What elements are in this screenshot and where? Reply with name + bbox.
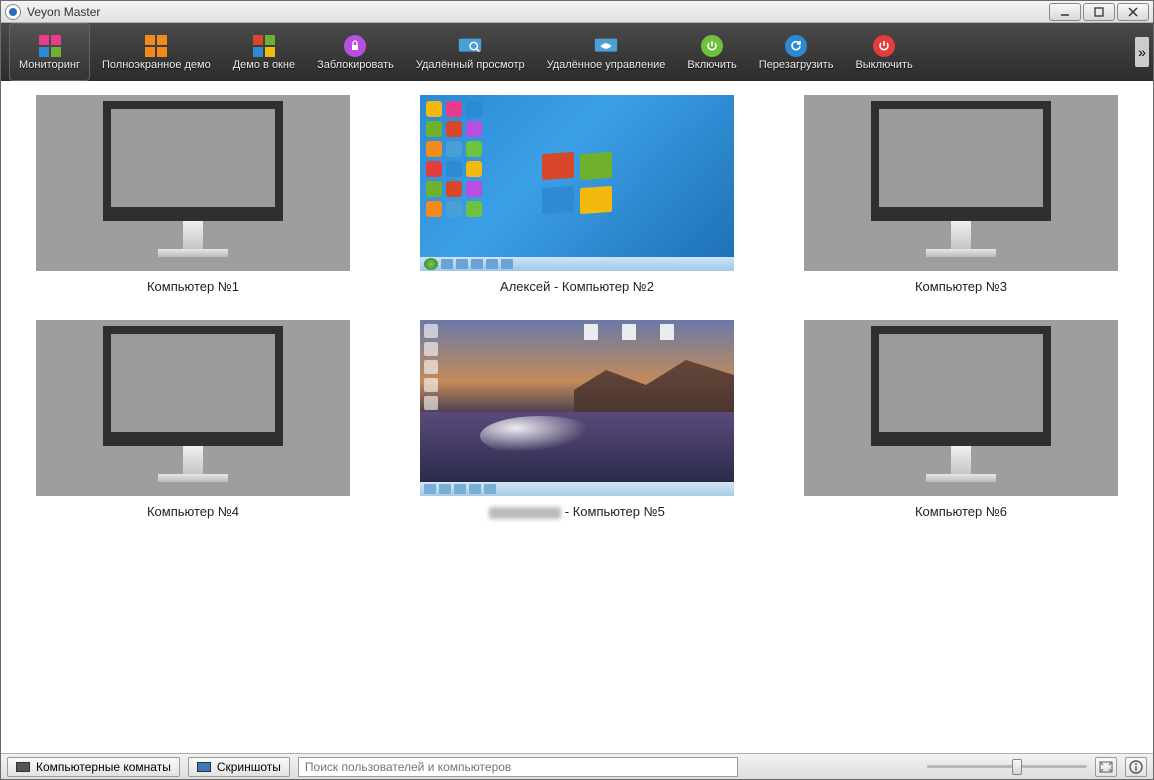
- obscured-username: [489, 507, 561, 519]
- computer-thumbnail-offline: [804, 320, 1118, 496]
- remote-control-label: Удалённое управление: [547, 59, 666, 71]
- power-off-label: Выключить: [855, 59, 912, 71]
- computer-thumbnail-offline: [804, 95, 1118, 271]
- monitor-icon: [871, 101, 1051, 221]
- app-icon: [5, 4, 21, 20]
- main-toolbar: Мониторинг Полноэкранное демо Демо в окн…: [1, 23, 1153, 81]
- monitor-icon: [103, 101, 283, 221]
- computer-grid-area: Компьютер №1 Алексей - Компьютер №2 Комп…: [1, 81, 1153, 753]
- remote-view-icon: [457, 35, 483, 57]
- fullscreen-demo-button[interactable]: Полноэкранное демо: [92, 23, 221, 81]
- computer-label: - Компьютер №5: [489, 504, 665, 519]
- status-bar: Компьютерные комнаты Скриншоты: [1, 753, 1153, 779]
- computer-label: Компьютер №4: [147, 504, 239, 519]
- computer-thumbnail-live: [420, 95, 734, 271]
- window-demo-button[interactable]: Демо в окне: [223, 23, 305, 81]
- lock-button[interactable]: Заблокировать: [307, 23, 404, 81]
- monitoring-button[interactable]: Мониторинг: [9, 23, 90, 81]
- computer-thumbnail-offline: [36, 95, 350, 271]
- power-on-button[interactable]: Включить: [677, 23, 746, 81]
- monitor-icon: [103, 326, 283, 446]
- title-bar[interactable]: Veyon Master: [1, 1, 1153, 23]
- close-button[interactable]: [1117, 3, 1149, 21]
- remote-view-label: Удалённый просмотр: [416, 59, 525, 71]
- toolbar-overflow-button[interactable]: »: [1135, 37, 1149, 67]
- window-demo-icon: [251, 35, 277, 57]
- computer-label: Компьютер №6: [915, 504, 1007, 519]
- power-off-button[interactable]: Выключить: [845, 23, 922, 81]
- remote-view-button[interactable]: Удалённый просмотр: [406, 23, 535, 81]
- zoom-slider-thumb[interactable]: [1012, 759, 1022, 775]
- computer-rooms-label: Компьютерные комнаты: [36, 760, 171, 774]
- power-on-icon: [699, 35, 725, 57]
- computer-cell[interactable]: Компьютер №1: [33, 95, 353, 294]
- reboot-label: Перезагрузить: [759, 59, 834, 71]
- computer-cell[interactable]: Компьютер №6: [801, 320, 1121, 519]
- screenshots-label: Скриншоты: [217, 760, 281, 774]
- remote-control-button[interactable]: Удалённое управление: [537, 23, 676, 81]
- window-title: Veyon Master: [27, 5, 100, 19]
- maximize-button[interactable]: [1083, 3, 1115, 21]
- auto-fit-button[interactable]: [1095, 757, 1117, 777]
- reboot-icon: [783, 35, 809, 57]
- monitor-icon: [871, 326, 1051, 446]
- computer-cell[interactable]: - Компьютер №5: [417, 320, 737, 519]
- computer-thumbnail-offline: [36, 320, 350, 496]
- fullscreen-demo-icon: [143, 35, 169, 57]
- minimize-button[interactable]: [1049, 3, 1081, 21]
- lock-label: Заблокировать: [317, 59, 394, 71]
- computer-cell[interactable]: Алексей - Компьютер №2: [417, 95, 737, 294]
- computer-cell[interactable]: Компьютер №3: [801, 95, 1121, 294]
- computer-thumbnail-live: [420, 320, 734, 496]
- computer-label: Компьютер №1: [147, 279, 239, 294]
- computer-label: Алексей - Компьютер №2: [500, 279, 654, 294]
- computer-cell[interactable]: Компьютер №4: [33, 320, 353, 519]
- app-window: Veyon Master Мониторинг Полноэкранное де…: [0, 0, 1154, 780]
- computer-rooms-button[interactable]: Компьютерные комнаты: [7, 757, 180, 777]
- monitoring-label: Мониторинг: [19, 59, 80, 71]
- about-button[interactable]: [1125, 757, 1147, 777]
- lock-icon: [342, 35, 368, 57]
- fullscreen-demo-label: Полноэкранное демо: [102, 59, 211, 71]
- computer-label: Компьютер №3: [915, 279, 1007, 294]
- remote-control-icon: [593, 35, 619, 57]
- window-demo-label: Демо в окне: [233, 59, 295, 71]
- monitor-icon: [16, 762, 30, 772]
- windows-logo-icon: [542, 153, 612, 213]
- zoom-slider[interactable]: [927, 758, 1087, 776]
- power-on-label: Включить: [687, 59, 736, 71]
- screenshots-button[interactable]: Скриншоты: [188, 757, 290, 777]
- camera-icon: [197, 762, 211, 772]
- reboot-button[interactable]: Перезагрузить: [749, 23, 844, 81]
- monitoring-icon: [37, 35, 63, 57]
- search-input[interactable]: [298, 757, 738, 777]
- power-off-icon: [871, 35, 897, 57]
